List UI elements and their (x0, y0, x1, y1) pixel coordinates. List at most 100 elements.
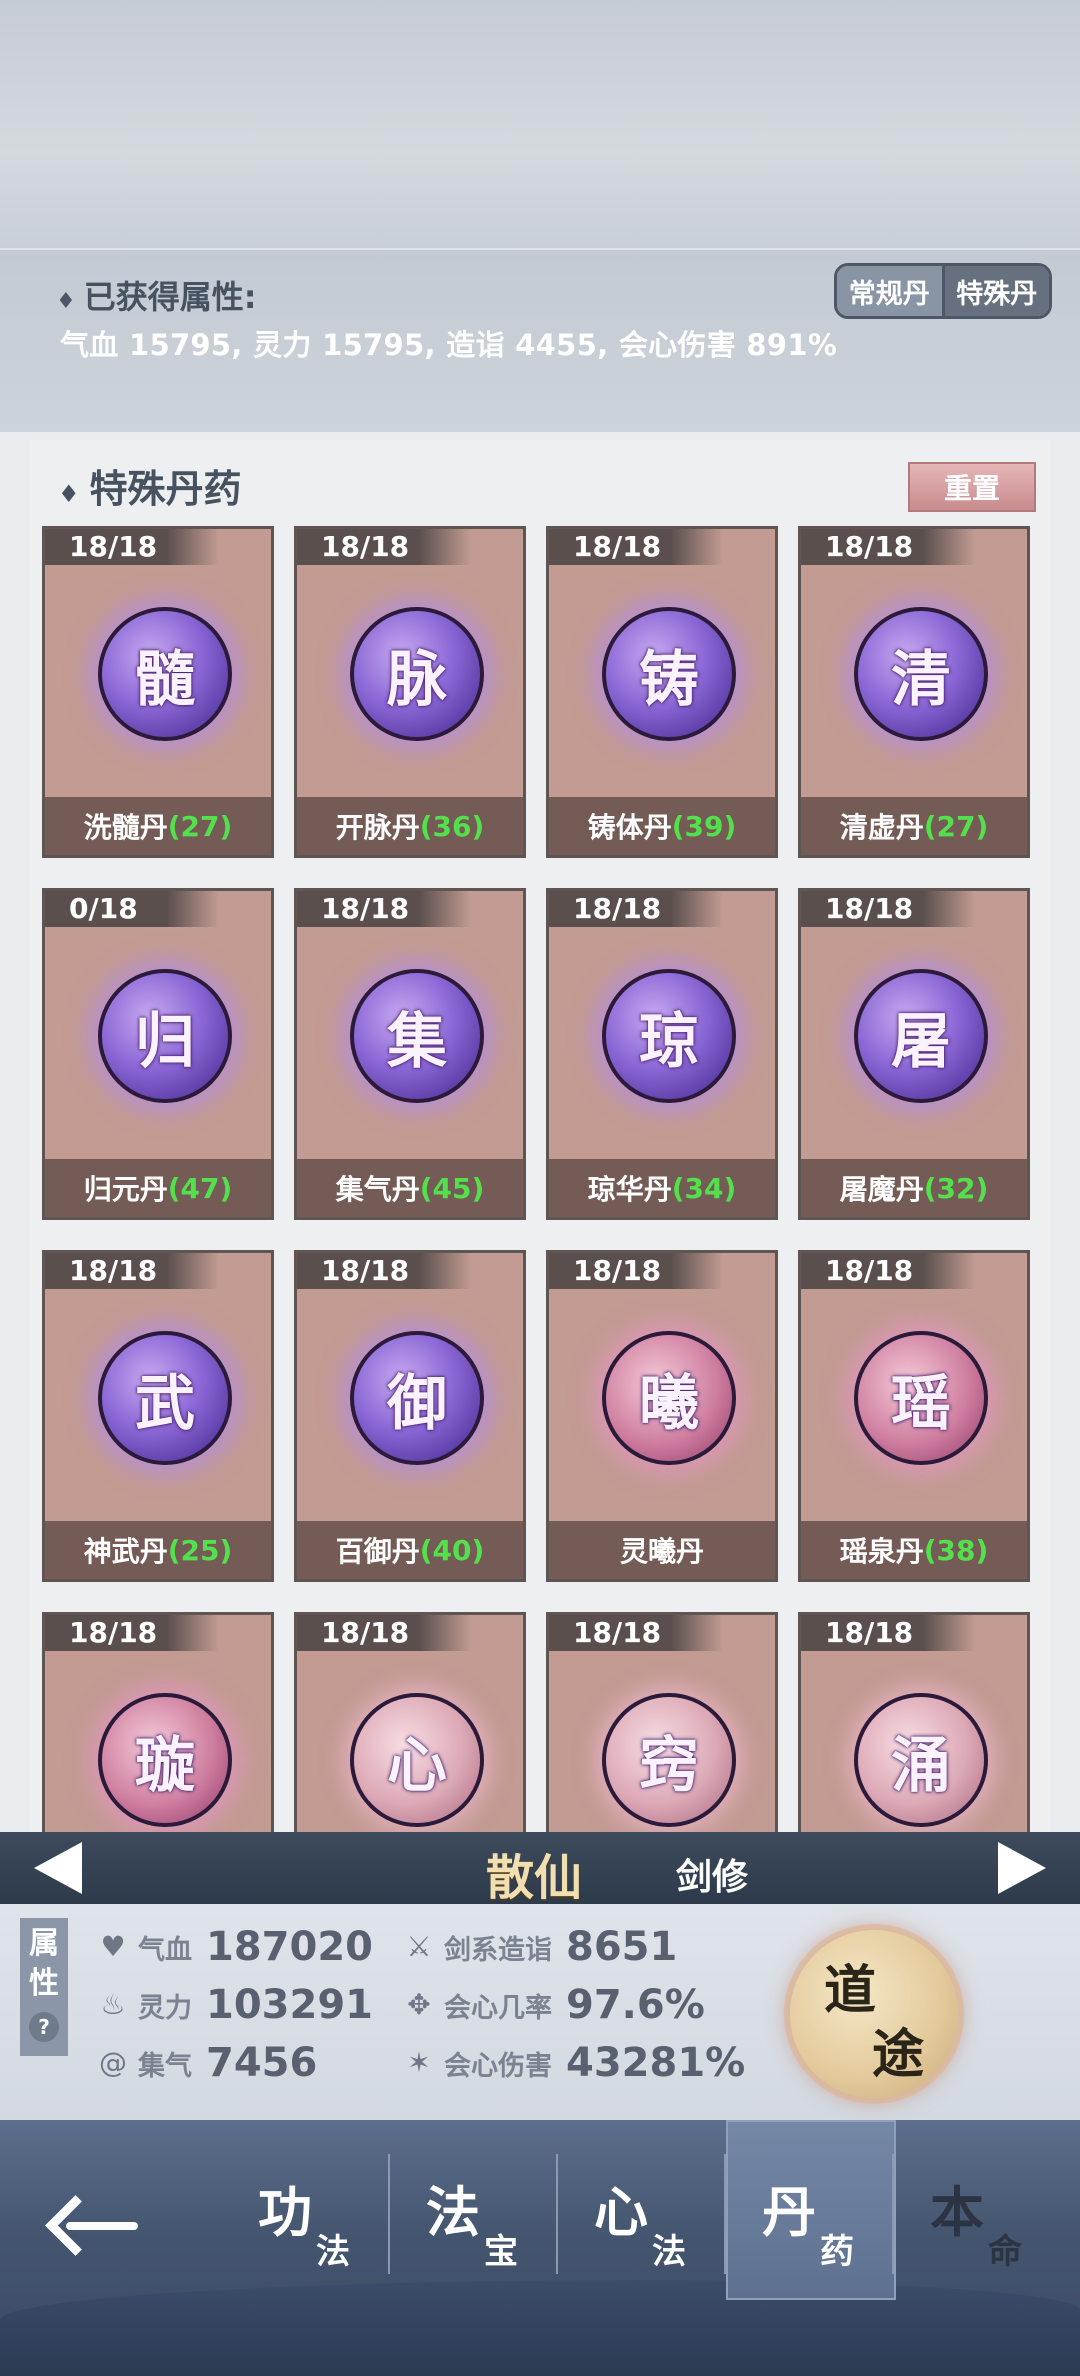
pill-name: 神武丹 (83, 1535, 168, 1568)
obtained-attributes-panel: ♦ 已获得属性: 气血 15795, 灵力 15795, 造诣 4455, 会心伤… (0, 248, 1080, 432)
pill-name: 开脉丹 (335, 811, 420, 844)
pill-card[interactable]: 18/18 琼琼华丹 (34) (546, 888, 778, 1220)
stats-panel: 属性 ? ♥ 气血 187020 ♨ 灵力 103291 @ 集气 7456 ⚔… (0, 1904, 1080, 2120)
heart-icon: ♥ (100, 1930, 126, 1963)
crit-rate-icon: ✥ (407, 1988, 431, 2021)
nav-tab-4[interactable]: 本命 (894, 2120, 1064, 2300)
pill-card[interactable]: 18/18 璇 (42, 1612, 274, 1832)
nav-tab-0[interactable]: 功法 (222, 2120, 392, 2300)
pill-orb-icon: 归 (98, 969, 232, 1103)
next-character-arrow-icon[interactable] (998, 1842, 1046, 1894)
pill-name-bar: 瑶泉丹 (38) (801, 1521, 1027, 1579)
nav-separator (892, 2154, 894, 2274)
toggle-special-pills[interactable]: 特殊丹 (941, 266, 1049, 316)
pill-card[interactable]: 18/18 清清虚丹 (27) (798, 526, 1030, 858)
nav-tab-small-char: 命 (988, 2232, 1022, 2272)
pill-level: (39) (671, 809, 737, 843)
stat-sword-mastery: ⚔ 剑系造诣 8651 (402, 1924, 677, 1970)
nav-separator (388, 2154, 390, 2274)
diamond-icon: ♦ (56, 289, 76, 314)
diamond-icon: ♦ (58, 480, 80, 508)
pill-card[interactable]: 18/18 御百御丹 (40) (294, 1250, 526, 1582)
pill-orb-icon: 瑶 (854, 1331, 988, 1465)
pill-orb-icon: 脉 (350, 607, 484, 741)
dao-path-emblem-button[interactable]: 道 途 (790, 1930, 958, 2098)
pill-level: (40) (419, 1533, 485, 1567)
prev-character-arrow-icon[interactable] (34, 1842, 82, 1894)
nav-tab-big-char: 功 (258, 2180, 312, 2244)
stat-qi: @ 集气 7456 (96, 2040, 317, 2086)
qi-value: 7456 (206, 2040, 318, 2086)
pill-count: 18/18 (297, 1253, 471, 1289)
pill-count: 18/18 (45, 1253, 219, 1289)
crit-rate-label: 会心几率 (444, 1992, 552, 2024)
attributes-title-text: 已获得属性: (83, 278, 257, 316)
pill-level: (25) (167, 1533, 233, 1567)
pill-name-bar: 清虚丹 (27) (801, 797, 1027, 855)
pill-orb-icon: 涌 (854, 1693, 988, 1827)
pill-count: 18/18 (549, 891, 723, 927)
hp-label: 气血 (138, 1934, 192, 1966)
pill-name: 集气丹 (335, 1173, 420, 1206)
pill-level: (36) (419, 809, 485, 843)
pill-card[interactable]: 18/18 屠屠魔丹 (32) (798, 888, 1030, 1220)
pill-card[interactable]: 18/18 心 (294, 1612, 526, 1832)
stat-hp: ♥ 气血 187020 (96, 1924, 373, 1970)
pill-name-bar: 铸体丹 (39) (549, 797, 775, 855)
pill-count: 18/18 (801, 529, 975, 565)
special-pills-panel: ♦ 特殊丹药 重置 18/18 髓洗髓丹 (27) 18/18 脉开脉丹 (36) 18/18… (30, 440, 1050, 1832)
crit-rate-value: 97.6% (566, 1982, 705, 2028)
emblem-char-1: 道 (824, 1960, 877, 2021)
pill-count: 18/18 (45, 1615, 219, 1651)
pill-count: 18/18 (297, 891, 471, 927)
pill-orb-icon: 心 (350, 1693, 484, 1827)
flame-icon: ♨ (100, 1988, 126, 2021)
pill-card[interactable]: 18/18 集集气丹 (45) (294, 888, 526, 1220)
hp-value: 187020 (206, 1924, 373, 1970)
pill-card[interactable]: 18/18 武神武丹 (25) (42, 1250, 274, 1582)
pill-level: (45) (419, 1171, 485, 1205)
pill-card[interactable]: 18/18 髓洗髓丹 (27) (42, 526, 274, 858)
nav-tab-small-char: 法 (652, 2232, 686, 2272)
pill-orb-icon: 武 (98, 1331, 232, 1465)
pill-orb-icon: 窍 (602, 1693, 736, 1827)
realm-label: 散仙 (486, 1850, 583, 1906)
sword-icon: ⚔ (406, 1930, 432, 1963)
pill-card[interactable]: 18/18 曦灵曦丹 (546, 1250, 778, 1582)
reset-button[interactable]: 重置 (908, 462, 1036, 512)
pill-card[interactable]: 18/18 铸铸体丹 (39) (546, 526, 778, 858)
sword-mastery-label: 剑系造诣 (444, 1934, 552, 1966)
pill-card[interactable]: 18/18 脉开脉丹 (36) (294, 526, 526, 858)
pill-count: 18/18 (549, 1615, 723, 1651)
pill-count: 18/18 (801, 891, 975, 927)
nav-tab-2[interactable]: 心法 (558, 2120, 728, 2300)
pill-name-bar: 灵曦丹 (549, 1521, 775, 1579)
help-icon[interactable]: ? (29, 2012, 59, 2042)
pill-orb-icon: 璇 (98, 1693, 232, 1827)
pill-name-bar: 集气丹 (45) (297, 1159, 523, 1217)
nav-tab-big-char: 丹 (762, 2180, 816, 2244)
nav-tab-big-char: 法 (426, 2180, 480, 2244)
pill-count: 18/18 (549, 1253, 723, 1289)
crit-damage-label: 会心伤害 (444, 2050, 552, 2082)
bottom-navigation: 功法法宝心法丹药本命 (0, 2120, 1080, 2376)
back-arrow-icon[interactable] (45, 2195, 146, 2256)
pill-count: 18/18 (297, 1615, 471, 1651)
list-title: 特殊丹药 (89, 467, 242, 511)
nav-tab-1[interactable]: 法宝 (390, 2120, 560, 2300)
pill-name: 铸体丹 (587, 811, 672, 844)
crit-damage-value: 43281% (566, 2040, 746, 2086)
pill-orb-icon: 铸 (602, 607, 736, 741)
nav-tab-3[interactable]: 丹药 (726, 2120, 896, 2300)
pill-card[interactable]: 18/18 涌 (798, 1612, 1030, 1832)
stat-crit-rate: ✥ 会心几率 97.6% (402, 1982, 705, 2028)
toggle-normal-pills[interactable]: 常规丹 (837, 266, 942, 316)
pill-name-bar: 屠魔丹 (32) (801, 1159, 1027, 1217)
pill-name: 屠魔丹 (839, 1173, 924, 1206)
pill-count: 18/18 (549, 529, 723, 565)
pill-card[interactable]: 18/18 窍 (546, 1612, 778, 1832)
pill-name: 清虚丹 (839, 811, 924, 844)
pill-card[interactable]: 18/18 瑶瑶泉丹 (38) (798, 1250, 1030, 1582)
stats-tab[interactable]: 属性 ? (20, 1918, 68, 2056)
pill-card[interactable]: 0/18 归归元丹 (47) (42, 888, 274, 1220)
